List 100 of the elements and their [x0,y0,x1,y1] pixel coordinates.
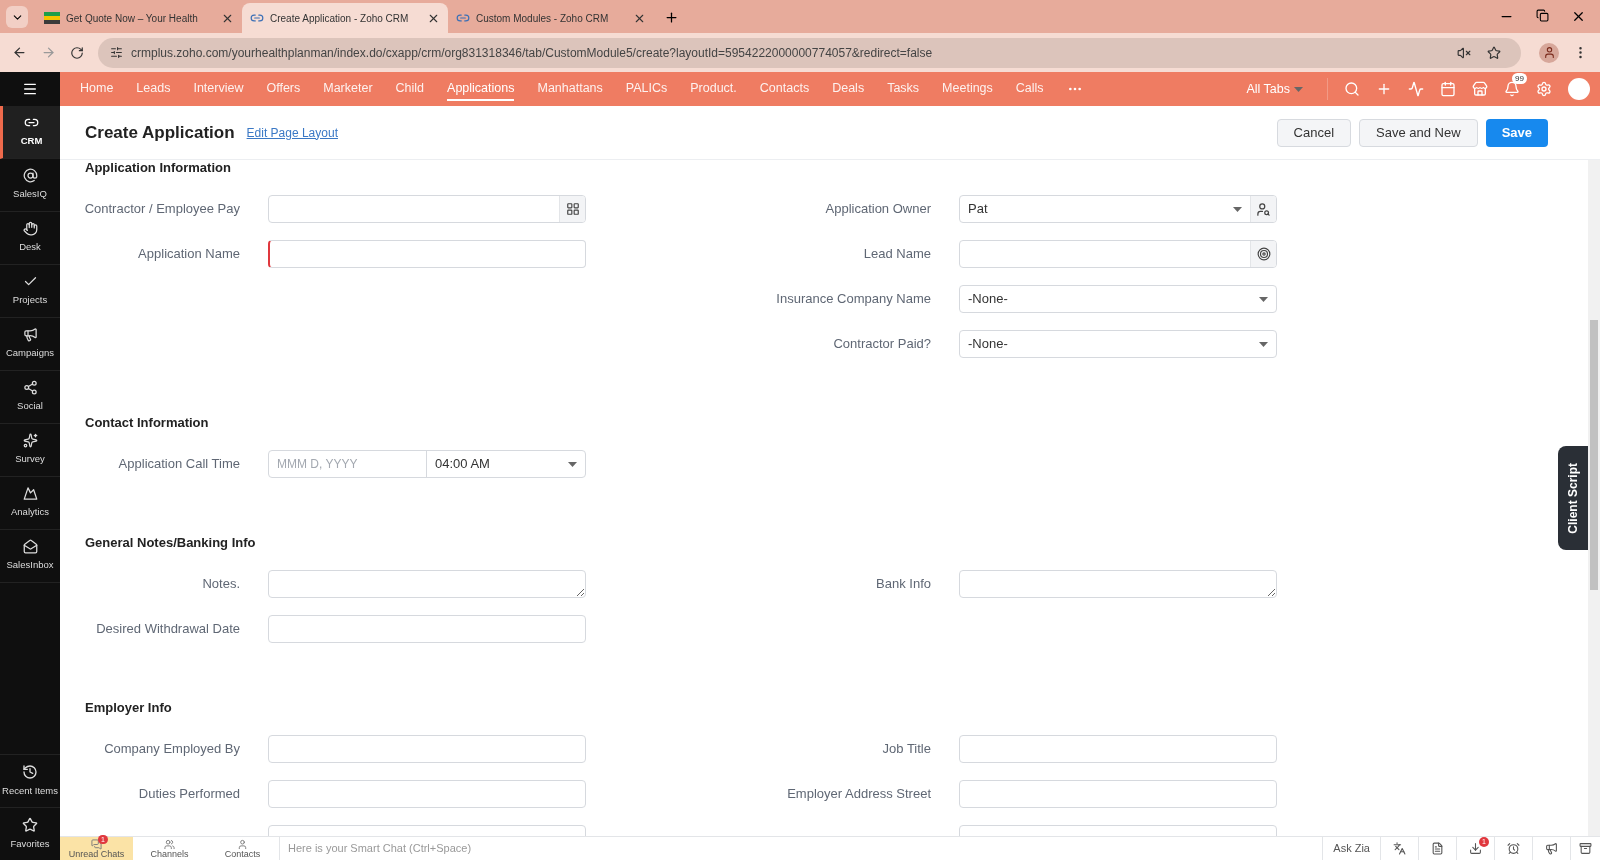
lookup-field[interactable] [959,240,1277,268]
activity-icon[interactable] [1408,81,1424,97]
notification-badge: 99 [1512,73,1527,84]
browser-tab[interactable]: Get Quote Now – Your Health [36,3,242,33]
field-label: Insurance Company Name [776,290,931,309]
smart-chat-field[interactable]: Here is your Smart Chat (Ctrl+Space) [279,837,1323,860]
section-title: Employer Info [85,701,172,715]
text-field[interactable] [268,240,586,268]
history-icon [22,763,38,780]
bookmark-icon[interactable] [1487,45,1501,60]
chat-tab[interactable]: Contacts [206,837,279,860]
lookup-button[interactable] [559,196,585,222]
at-sign-icon [22,168,38,184]
scrollbar[interactable] [1588,160,1600,836]
dropdown[interactable]: -None- [959,285,1277,313]
menu-icon[interactable] [22,81,38,97]
sidebar-item[interactable]: Projects [0,265,60,318]
alarm-icon[interactable] [1507,842,1520,855]
archive-icon[interactable] [1579,842,1592,855]
site-info-icon[interactable] [110,46,123,59]
browser-tab[interactable]: Custom Modules - Zoho CRM [448,3,654,33]
edit-layout-link[interactable]: Edit Page Layout [246,123,338,142]
tab-title: Create Application - Zoho CRM [270,11,410,26]
page-title: Create Application [85,121,235,144]
secondary-button[interactable]: Save and New [1359,118,1478,147]
text-field[interactable] [959,780,1277,808]
caret-icon [1259,341,1268,347]
client-script-tab[interactable]: Client Script [1558,446,1588,550]
text-field[interactable] [268,780,586,808]
date-time-field[interactable]: MMM D, YYYY 04:00 AM [268,450,586,478]
avatar[interactable] [1568,78,1590,100]
caret-icon [568,461,577,467]
field-label: Application Owner [825,200,931,219]
bell-icon[interactable] [1504,81,1520,97]
reload-icon[interactable] [70,45,84,60]
ask-zia-button[interactable]: Ask Zia [1322,837,1380,860]
text-field[interactable] [959,735,1277,763]
address-bar[interactable]: crmplus.zoho.com/yourhealthplanman/index.do/cxapp/crm/org831318346/tab/CustomModule5/create?layoutId=5954222000000774057&redirect=false [98,37,1521,68]
mute-icon[interactable] [1457,45,1471,60]
sidebar-item[interactable]: Recent Items [0,754,60,807]
settings-icon[interactable] [1536,81,1552,97]
new-tab-icon[interactable] [664,10,679,25]
caret-icon [1259,296,1268,302]
sidebar-item[interactable]: Desk [0,212,60,265]
field-label: Desired Withdrawal Date [96,620,240,639]
chart-icon [22,486,38,502]
field-label: Notes. [202,575,240,594]
dropdown[interactable]: -None- [959,330,1277,358]
link-icon [456,11,470,25]
profile-avatar[interactable] [1539,42,1559,63]
download-icon[interactable] [1469,842,1482,855]
chat-tab[interactable]: Channels [133,837,206,860]
save-button[interactable]: Save [1485,118,1548,147]
sidebar-item[interactable]: CRM [0,106,60,159]
star-icon [22,816,38,833]
lookup-field[interactable] [268,195,586,223]
field-label: Company Employed By [104,740,240,759]
translate-icon[interactable] [1393,842,1406,855]
sidebar-item[interactable]: SalesInbox [0,530,60,583]
calendar-icon[interactable] [1440,81,1456,97]
url-text: crmplus.zoho.com/yourhealthplanman/index.do/cxapp/crm/org831318346/tab/CustomModule5/create?layoutId=5954222000000774057&redirect=false [131,44,934,62]
document-icon[interactable] [1431,842,1444,855]
store-icon[interactable] [1472,81,1488,97]
sidebar-item[interactable]: Analytics [0,477,60,530]
back-icon[interactable] [12,45,27,60]
sparkles-icon [22,433,38,449]
lookup-button[interactable] [1250,241,1276,267]
sidebar-item[interactable]: Campaigns [0,318,60,371]
user-search-button[interactable] [1250,196,1276,222]
sidebar-item[interactable]: Survey [0,424,60,477]
tab-title: Get Quote Now – Your Health [66,11,199,26]
secondary-button[interactable]: Cancel [1276,118,1352,147]
owner-dropdown[interactable]: Pat [959,195,1277,223]
text-field[interactable] [268,615,586,643]
sidebar-item[interactable]: Social [0,371,60,424]
megaphone-icon[interactable] [1545,842,1558,855]
grid-icon [565,202,580,216]
section-title: General Notes/Banking Info [85,536,256,550]
sidebar-item[interactable]: SalesIQ [0,159,60,212]
users-icon [164,838,175,850]
user-search-icon [1256,201,1271,217]
section-title: Contact Information [85,416,209,430]
share-icon [22,380,38,396]
megaphone-icon [22,327,38,343]
mail-icon [22,539,38,555]
tab-list-button[interactable] [6,6,28,28]
field-label: Employer Address Street [787,785,931,804]
field-label: Duties Performed [138,785,240,804]
field-label: Bank Info [876,575,931,594]
text-field[interactable] [268,735,586,763]
browser-tab[interactable]: Create Application - Zoho CRM [242,3,448,33]
field-label: Application Name [138,245,240,264]
flag-icon [44,12,60,24]
restore-icon[interactable] [1536,9,1549,22]
tab-title: Custom Modules - Zoho CRM [476,11,610,26]
time-dropdown[interactable]: 04:00 AM [427,451,585,477]
close-window-icon[interactable] [1571,9,1586,24]
search-icon[interactable] [1344,81,1360,97]
caret-icon [1294,86,1303,92]
date-field[interactable]: MMM D, YYYY [269,451,427,477]
